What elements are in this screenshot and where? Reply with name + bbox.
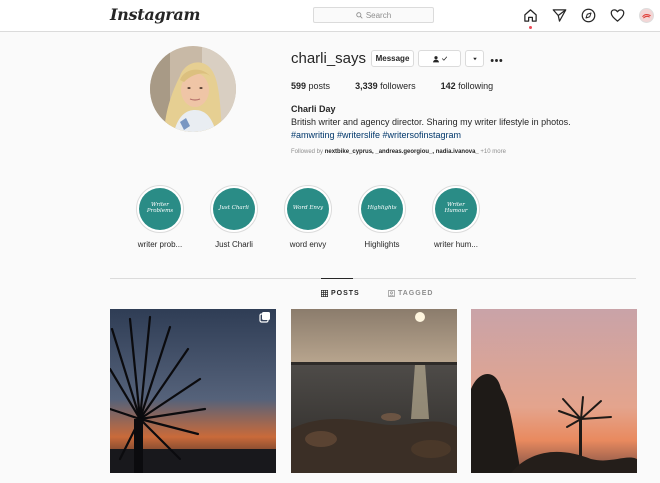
followed-by-prefix: Followed by bbox=[291, 149, 324, 155]
post-thumbnail[interactable] bbox=[471, 309, 637, 473]
message-button[interactable]: Message bbox=[371, 50, 414, 67]
post-thumbnail[interactable] bbox=[291, 309, 457, 473]
following-label: following bbox=[458, 81, 494, 91]
highlight-cover: Word Envy bbox=[287, 188, 329, 230]
search-input[interactable]: Search bbox=[313, 7, 434, 23]
highlight-cover: Writer Humour bbox=[435, 188, 477, 230]
more-options-button[interactable] bbox=[490, 52, 503, 66]
sea-sunset-photo bbox=[291, 309, 457, 473]
suggestions-dropdown-button[interactable] bbox=[465, 50, 484, 67]
tab-tagged[interactable]: TAGGED bbox=[388, 290, 433, 297]
story-highlight[interactable]: Just Charli Just Charli bbox=[199, 185, 269, 249]
followers-stat[interactable]: 3,339 followers bbox=[355, 81, 416, 91]
profile-menu-button[interactable] bbox=[638, 7, 655, 24]
heart-icon bbox=[610, 9, 625, 22]
highlight-cover: Just Charli bbox=[213, 188, 255, 230]
home-button[interactable] bbox=[522, 7, 539, 29]
highlight-ring: Highlights bbox=[358, 185, 406, 233]
highlight-ring: Word Envy bbox=[284, 185, 332, 233]
story-highlight[interactable]: Highlights Highlights bbox=[347, 185, 417, 249]
top-navigation-bar: Instagram Search bbox=[0, 0, 660, 32]
profile-photo bbox=[150, 46, 236, 132]
grid-icon bbox=[321, 290, 328, 297]
story-highlight[interactable]: Writer Humour writer hum... bbox=[421, 185, 491, 249]
avatar-icon bbox=[642, 14, 651, 19]
tabs-divider bbox=[110, 278, 636, 279]
check-icon bbox=[441, 56, 447, 61]
profile-bio: British writer and agency director. Shar… bbox=[291, 117, 571, 127]
highlight-label: Just Charli bbox=[215, 240, 253, 249]
tag-person-icon bbox=[388, 290, 395, 297]
highlight-ring: Just Charli bbox=[210, 185, 258, 233]
followers-count: 3,339 bbox=[355, 81, 378, 91]
notification-dot bbox=[529, 26, 532, 29]
following-stat[interactable]: 142 following bbox=[441, 81, 494, 91]
story-highlight[interactable]: Word Envy word envy bbox=[273, 185, 343, 249]
caret-down-icon bbox=[472, 57, 477, 60]
more-options-icon bbox=[490, 59, 503, 62]
posts-label: posts bbox=[308, 81, 331, 91]
highlight-cover: Writer Problems bbox=[139, 188, 181, 230]
compass-icon bbox=[581, 8, 596, 23]
direct-messages-button[interactable] bbox=[551, 7, 568, 24]
explore-button[interactable] bbox=[580, 7, 597, 24]
following-count: 142 bbox=[440, 81, 456, 91]
search-placeholder: Search bbox=[365, 10, 392, 20]
highlight-label: writer prob... bbox=[137, 240, 183, 249]
profile-stats: 599 posts 3,339 followers 142 following bbox=[291, 81, 493, 91]
highlight-ring: Writer Humour bbox=[432, 185, 480, 233]
posts-stat: 599 posts bbox=[291, 81, 330, 91]
post-thumbnail[interactable] bbox=[110, 309, 276, 473]
followed-by[interactable]: Followed by nextbike_cyprus, _andreas.ge… bbox=[291, 149, 506, 155]
tab-tagged-label: TAGGED bbox=[398, 290, 434, 297]
posts-count: 599 bbox=[291, 81, 307, 91]
followed-by-names: nextbike_cyprus, _andreas.georgiou_, nad… bbox=[324, 149, 479, 155]
story-highlight[interactable]: Writer Problems writer prob... bbox=[125, 185, 195, 249]
profile-username: charli_says bbox=[291, 50, 367, 67]
activity-button[interactable] bbox=[609, 7, 626, 24]
followed-by-more: +10 more bbox=[480, 149, 506, 155]
instagram-logo[interactable]: Instagram bbox=[110, 5, 200, 24]
highlight-label: word envy bbox=[289, 240, 327, 249]
highlight-label: Highlights bbox=[364, 240, 400, 249]
user-avatar bbox=[639, 8, 654, 23]
profile-hashtags[interactable]: #amwriting #writerslife #writersofinstag… bbox=[291, 130, 461, 140]
following-button[interactable] bbox=[418, 50, 461, 67]
profile-full-name: Charli Day bbox=[291, 104, 336, 114]
nav-icons bbox=[522, 7, 655, 29]
followers-label: followers bbox=[380, 81, 416, 91]
highlight-cover: Highlights bbox=[361, 188, 403, 230]
profile-picture[interactable] bbox=[150, 46, 236, 132]
highlight-ring: Writer Problems bbox=[136, 185, 184, 233]
user-icon bbox=[432, 55, 439, 62]
palm-sunset-photo bbox=[110, 309, 276, 473]
pink-sunset-palm-photo bbox=[471, 309, 637, 473]
search-icon bbox=[356, 11, 363, 19]
send-icon bbox=[552, 9, 567, 22]
tab-posts[interactable]: POSTS bbox=[321, 290, 360, 297]
active-tab-indicator bbox=[321, 278, 353, 279]
home-icon bbox=[524, 9, 537, 22]
tab-posts-label: POSTS bbox=[331, 290, 360, 297]
highlight-label: writer hum... bbox=[433, 240, 478, 249]
